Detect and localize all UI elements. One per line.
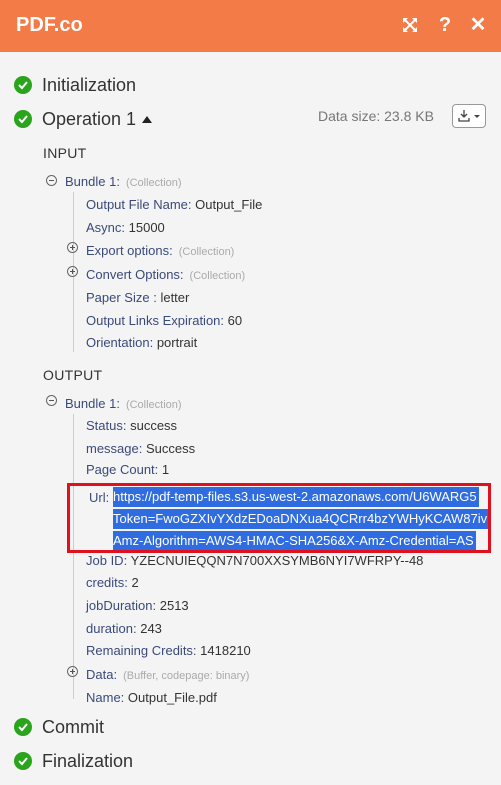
field-key: duration: bbox=[86, 621, 137, 636]
field-key: Output File Name: bbox=[86, 197, 192, 212]
field-key: Convert Options: bbox=[86, 267, 184, 282]
output-field: Remaining Credits: 1418210 bbox=[86, 643, 251, 659]
expand-icon[interactable] bbox=[67, 666, 78, 677]
output-field: Page Count: 1 bbox=[86, 462, 169, 478]
output-field: jobDuration: 2513 bbox=[86, 598, 189, 614]
input-field: Convert Options: (Collection) bbox=[86, 267, 245, 284]
output-field: Data: (Buffer, codepage: binary) bbox=[86, 667, 249, 684]
field-value: 2 bbox=[131, 575, 139, 590]
tree-line bbox=[73, 414, 74, 699]
step-label: Operation 1 bbox=[42, 108, 137, 129]
input-bundle: Bundle 1: (Collection) bbox=[65, 174, 182, 191]
output-field: Job ID: YZECNUIEQQN7N700XXSYMB6NYI7WFRPY… bbox=[86, 553, 423, 569]
collapse-icon[interactable] bbox=[46, 175, 57, 186]
step-commit[interactable]: Commit bbox=[14, 715, 104, 739]
data-size: Data size: 23.8 KB bbox=[318, 108, 434, 124]
field-key: Output Links Expiration: bbox=[86, 313, 225, 328]
field-key: Name: bbox=[86, 690, 125, 705]
field-key: Page Count: bbox=[86, 462, 159, 477]
input-field: Async: 15000 bbox=[86, 220, 165, 236]
download-button[interactable] bbox=[452, 104, 486, 128]
bundle-key: Bundle 1: bbox=[65, 174, 120, 189]
expand-icon[interactable] bbox=[67, 242, 78, 253]
url-value-line-2[interactable]: Token=FwoGZXIvYXdzEDoaDNXua4QCRrr4bzYWHy… bbox=[113, 509, 488, 529]
field-key: jobDuration: bbox=[86, 598, 157, 613]
field-key: Async: bbox=[86, 220, 126, 235]
input-title: INPUT bbox=[43, 145, 87, 161]
app-title: PDF.co bbox=[16, 14, 83, 36]
step-label: Finalization bbox=[42, 750, 134, 771]
field-key: Status: bbox=[86, 418, 127, 433]
field-value: 1418210 bbox=[200, 643, 251, 658]
step-initialization[interactable]: Initialization bbox=[14, 73, 136, 97]
field-value: Output_File bbox=[195, 197, 263, 212]
bundle-key: Bundle 1: bbox=[65, 396, 120, 411]
bundle-type: (Collection) bbox=[125, 177, 182, 189]
field-value: Output_File.pdf bbox=[127, 690, 217, 705]
field-key: Remaining Credits: bbox=[86, 643, 197, 658]
field-key: credits: bbox=[86, 575, 128, 590]
field-value: portrait bbox=[156, 335, 198, 350]
field-key: Orientation: bbox=[86, 335, 154, 350]
field-key: Job ID: bbox=[86, 553, 128, 568]
collapse-icon[interactable] bbox=[46, 395, 57, 406]
output-field: credits: 2 bbox=[86, 575, 139, 591]
step-finalization[interactable]: Finalization bbox=[14, 749, 133, 773]
download-icon bbox=[458, 110, 480, 122]
field-value: 243 bbox=[140, 621, 162, 636]
field-value: Success bbox=[146, 441, 196, 456]
check-icon bbox=[14, 76, 32, 94]
url-highlight-box: Url: https://pdf-temp-files.s3.us-west-2… bbox=[67, 483, 491, 553]
bundle-type: (Collection) bbox=[125, 399, 182, 411]
field-key: Data: bbox=[86, 667, 118, 682]
step-label: Initialization bbox=[42, 74, 137, 95]
check-icon bbox=[14, 110, 32, 128]
field-value: 60 bbox=[227, 313, 243, 328]
field-key: Paper Size : bbox=[86, 290, 157, 305]
input-field: Output File Name: Output_File bbox=[86, 197, 262, 213]
field-value: letter bbox=[160, 290, 190, 305]
app-header: PDF.co ? ✕ bbox=[0, 0, 501, 52]
field-value: 2513 bbox=[159, 598, 189, 613]
expand-icon[interactable] bbox=[398, 13, 422, 37]
step-label: Commit bbox=[42, 716, 104, 737]
expand-icon[interactable] bbox=[67, 266, 78, 277]
caret-up-icon[interactable] bbox=[142, 115, 153, 123]
field-type: (Collection) bbox=[189, 270, 246, 282]
field-key: message: bbox=[86, 441, 143, 456]
check-icon bbox=[14, 752, 32, 770]
field-key: Export options: bbox=[86, 243, 173, 258]
input-field: Orientation: portrait bbox=[86, 335, 197, 351]
field-type: (Buffer, codepage: binary) bbox=[123, 670, 250, 682]
step-operation-1[interactable]: Operation 1 bbox=[14, 107, 153, 131]
input-field: Export options: (Collection) bbox=[86, 243, 234, 260]
output-field: Name: Output_File.pdf bbox=[86, 690, 217, 706]
field-value: YZECNUIEQQN7N700XXSYMB6NYI7WFRPY--48 bbox=[130, 553, 424, 568]
url-value-line-1[interactable]: https://pdf-temp-files.s3.us-west-2.amaz… bbox=[113, 487, 479, 507]
output-bundle: Bundle 1: (Collection) bbox=[65, 396, 182, 413]
field-value: 1 bbox=[161, 462, 170, 477]
output-title: OUTPUT bbox=[43, 367, 103, 383]
input-field: Output Links Expiration: 60 bbox=[86, 313, 242, 329]
url-value-line-3[interactable]: Amz-Algorithm=AWS4-HMAC-SHA256&X-Amz-Cre… bbox=[113, 531, 476, 550]
check-icon bbox=[14, 718, 32, 736]
url-key: Url: bbox=[89, 490, 110, 505]
field-value: success bbox=[130, 418, 178, 433]
input-field: Paper Size : letter bbox=[86, 290, 189, 306]
close-icon[interactable]: ✕ bbox=[466, 13, 490, 37]
output-field: Status: success bbox=[86, 418, 177, 434]
field-value: 15000 bbox=[128, 220, 165, 235]
output-field: message: Success bbox=[86, 441, 195, 457]
field-type: (Collection) bbox=[178, 246, 235, 258]
help-icon[interactable]: ? bbox=[433, 13, 457, 37]
output-field: duration: 243 bbox=[86, 621, 162, 637]
